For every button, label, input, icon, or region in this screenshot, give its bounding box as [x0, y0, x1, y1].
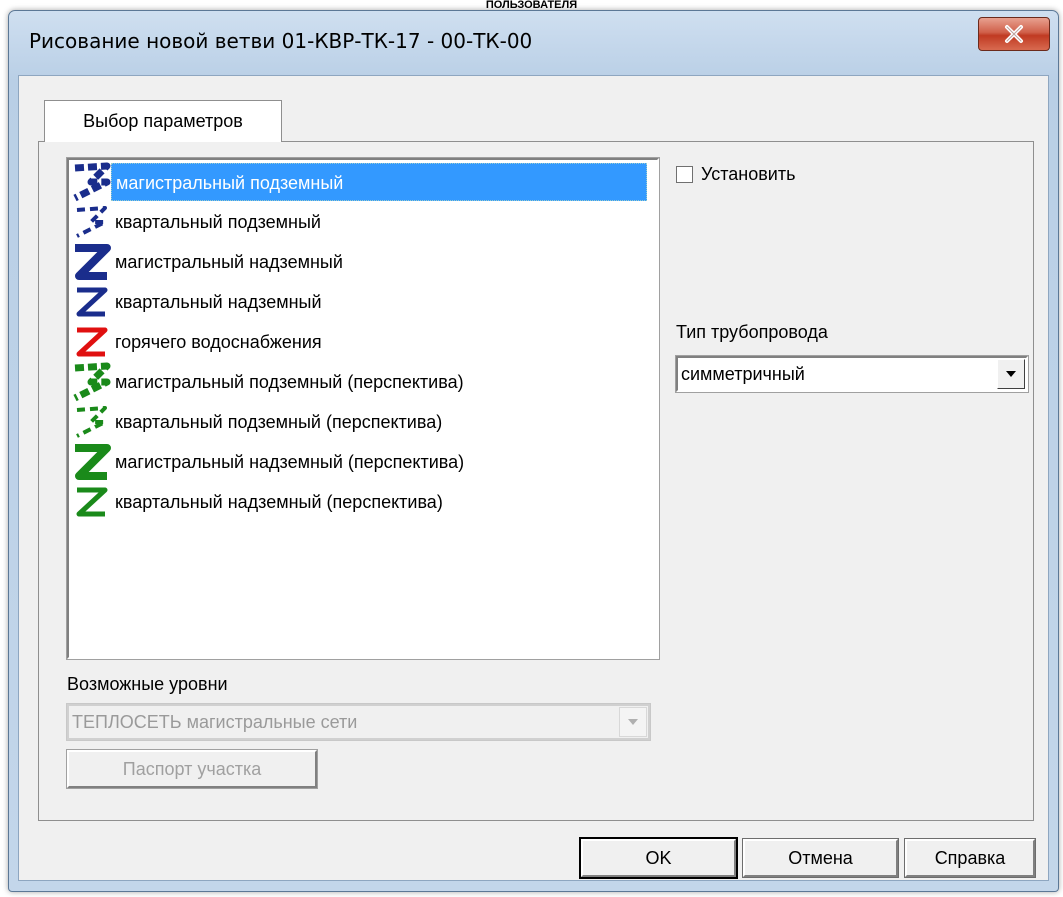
install-checkbox[interactable]: [676, 166, 693, 183]
list-item-label: квартальный подземный (перспектива): [115, 412, 443, 432]
pipe-type-value: симметричный: [681, 364, 805, 384]
list-item[interactable]: магистральный надземный (перспектива): [71, 442, 651, 482]
list-item-label: магистральный надземный (перспектива): [115, 452, 465, 472]
list-item-label: магистральный подземный: [111, 163, 647, 201]
dialog-window: Рисование новой ветви 01-КВР-ТК-17 - 00-…: [8, 10, 1059, 892]
list-item[interactable]: квартальный надземный (перспектива): [71, 482, 651, 522]
cancel-button[interactable]: Отмена: [742, 838, 899, 878]
dialog-client-area: Выбор параметров магистральный подземный…: [18, 75, 1049, 881]
title-bar[interactable]: Рисование новой ветви 01-КВР-ТК-17 - 00-…: [9, 11, 1058, 75]
list-item[interactable]: квартальный подземный (перспектива): [71, 402, 651, 442]
pipe-line-icon: [71, 242, 111, 282]
install-checkbox-label: Установить: [701, 164, 796, 184]
tab-panel: магистральный подземный квартальный подзе…: [38, 141, 1034, 821]
list-item[interactable]: квартальный подземный: [71, 202, 651, 242]
pipe-type-dropdown-button[interactable]: [997, 359, 1025, 389]
levels-select[interactable]: ТЕПЛОСЕТЬ магистральные сети: [66, 703, 651, 741]
pipe-line-icon: [71, 162, 111, 202]
pipe-type-label: Тип трубопровода: [676, 322, 828, 342]
list-item-label: горячего водоснабжения: [115, 332, 322, 352]
help-button[interactable]: Справка: [904, 838, 1036, 878]
chevron-down-icon: [628, 719, 638, 725]
pipe-line-icon: [71, 442, 111, 482]
pipe-line-icon: [71, 402, 111, 442]
levels-value: ТЕПЛОСЕТЬ магистральные сети: [72, 712, 358, 732]
list-item-label: магистральный подземный (перспектива): [115, 372, 464, 392]
list-item-label: квартальный надземный: [115, 292, 322, 312]
pipe-line-icon: [71, 322, 111, 362]
pipe-type-select[interactable]: симметричный: [675, 355, 1029, 393]
tab-parameters[interactable]: Выбор параметров: [44, 100, 282, 142]
list-item-label: магистральный надземный: [115, 252, 343, 272]
passport-button[interactable]: Паспорт участка: [66, 749, 318, 789]
ok-button[interactable]: OK: [579, 837, 738, 879]
list-item[interactable]: магистральный подземный (перспектива): [71, 362, 651, 402]
install-checkbox-row[interactable]: Установить: [676, 164, 795, 185]
close-icon: [1005, 25, 1023, 43]
list-item[interactable]: горячего водоснабжения: [71, 322, 651, 362]
list-item-label: квартальный подземный: [115, 212, 321, 232]
pipe-line-icon: [71, 362, 111, 402]
pipe-line-icon: [71, 482, 111, 522]
levels-dropdown-button[interactable]: [619, 707, 647, 737]
list-item-label: квартальный надземный (перспектива): [115, 492, 443, 512]
levels-label: Возможные уровни: [67, 674, 228, 694]
close-button[interactable]: [978, 17, 1050, 51]
pipe-line-icon: [71, 202, 111, 242]
list-item[interactable]: магистральный подземный: [71, 162, 651, 202]
chevron-down-icon: [1006, 371, 1016, 377]
branch-type-list[interactable]: магистральный подземный квартальный подзе…: [66, 157, 660, 660]
pipe-line-icon: [71, 282, 111, 322]
list-item[interactable]: магистральный надземный: [71, 242, 651, 282]
window-title: Рисование новой ветви 01-КВР-ТК-17 - 00-…: [29, 29, 533, 53]
list-item[interactable]: квартальный надземный: [71, 282, 651, 322]
